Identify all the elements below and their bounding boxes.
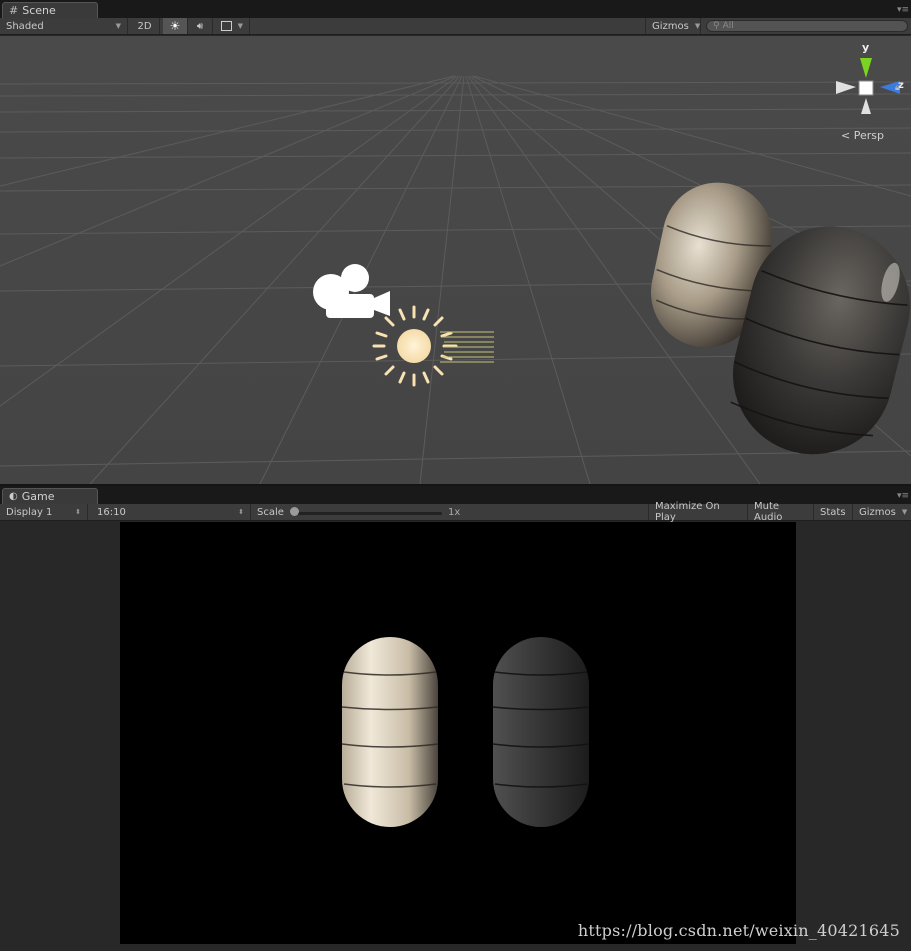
projection-label: Persp — [853, 129, 884, 142]
scale-label: Scale — [257, 506, 284, 518]
game-gizmos-dropdown[interactable]: Gizmos ▼ — [853, 504, 911, 520]
watermark-text: https://blog.csdn.net/weixin_40421645 — [577, 921, 900, 940]
sun-icon: ☀ — [169, 19, 181, 33]
lock-icon[interactable]: 🔒︎ — [895, 83, 900, 93]
maximize-on-play-label: Maximize On Play — [655, 501, 720, 523]
game-pacman-icon: ◐ — [9, 491, 18, 502]
panel-menu-icon[interactable]: ▾≡ — [897, 491, 909, 501]
chevron-down-icon: ▼ — [694, 22, 701, 30]
mute-audio-label: Mute Audio — [754, 501, 783, 523]
scene-viewport[interactable]: y z 🔒︎ — [0, 36, 911, 484]
game-render — [341, 637, 590, 827]
game-toolbar: Display 1 ⬍ 16:10 ⬍ Scale 1x Maximize On… — [0, 501, 911, 523]
speaker-icon: 🔊︎ — [196, 20, 204, 32]
scene-grid-icon: # — [9, 4, 19, 17]
aspect-dropdown[interactable]: 16:10 ⬍ — [91, 504, 251, 520]
game-area — [0, 522, 911, 951]
chevron-down-icon: ▼ — [901, 508, 908, 516]
tab-game[interactable]: ◐ Game — [2, 488, 98, 504]
updown-icon: ⬍ — [75, 508, 81, 516]
audio-toggle[interactable]: 🔊︎ — [188, 18, 213, 34]
scene-gizmos-dropdown[interactable]: Gizmos ▼ — [645, 18, 701, 34]
scene-toolbar: Shaded ▼ 2D ☀ 🔊︎ ▼ Gizmos ▼ ⚲ All — [0, 18, 911, 35]
game-viewport[interactable] — [120, 522, 796, 944]
updown-icon: ⬍ — [238, 508, 244, 516]
display-label: Display 1 — [6, 506, 53, 518]
panel-menu-icon[interactable]: ▾≡ — [897, 5, 909, 15]
search-placeholder: All — [722, 21, 734, 31]
mute-audio-button[interactable]: Mute Audio — [748, 501, 814, 523]
display-dropdown[interactable]: Display 1 ⬍ — [0, 504, 88, 520]
gizmos-label: Gizmos — [652, 20, 689, 32]
tab-scene[interactable]: # Scene — [2, 2, 98, 18]
maximize-on-play-button[interactable]: Maximize On Play — [648, 501, 748, 523]
axis-y-label: y — [862, 41, 870, 54]
tab-game-label: Game — [21, 490, 55, 503]
mode-2d-button[interactable]: 2D — [130, 18, 160, 34]
gizmos-label: Gizmos — [859, 506, 896, 518]
tab-scene-label: Scene — [22, 4, 56, 17]
scale-slider-track[interactable] — [294, 512, 442, 515]
scene-render — [0, 36, 911, 484]
mode-2d-label: 2D — [137, 20, 152, 32]
game-capsule-dark — [492, 637, 590, 827]
aspect-label: 16:10 — [97, 506, 126, 518]
scene-tab-bar: # Scene ▾≡ — [0, 0, 911, 18]
scale-value: 1x — [448, 507, 461, 518]
lighting-toggle[interactable]: ☀ — [163, 18, 188, 34]
scale-slider-handle[interactable] — [290, 507, 299, 516]
persp-chevron-icon: < — [841, 129, 851, 142]
draw-mode-dropdown[interactable]: Shaded ▼ — [0, 18, 128, 34]
image-icon — [221, 21, 232, 31]
effects-dropdown[interactable]: ▼ — [215, 18, 250, 34]
chevron-down-icon: ▼ — [115, 22, 121, 30]
game-capsule-light — [341, 637, 439, 827]
search-icon: ⚲ — [713, 21, 720, 31]
projection-toggle[interactable]: < Persp — [841, 129, 884, 142]
stats-label: Stats — [820, 506, 846, 518]
scene-search-input[interactable]: ⚲ All — [706, 20, 908, 32]
draw-mode-label: Shaded — [6, 20, 44, 32]
chevron-down-icon: ▼ — [237, 22, 243, 30]
stats-button[interactable]: Stats — [814, 504, 853, 520]
